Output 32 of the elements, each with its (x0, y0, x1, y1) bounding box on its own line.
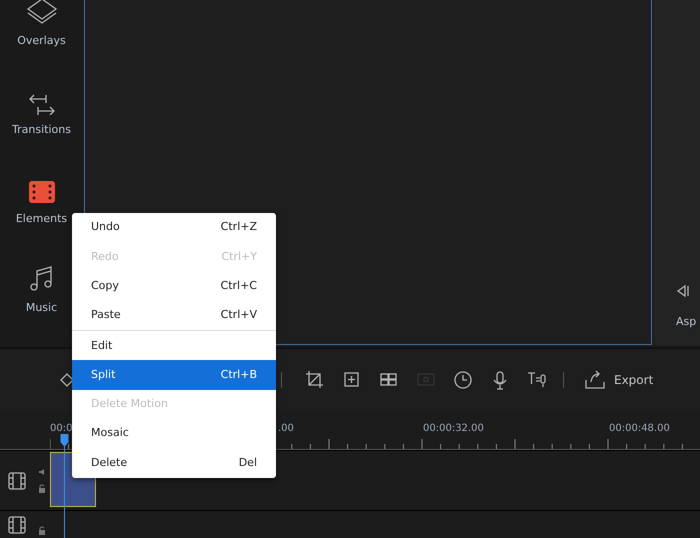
time-label: 00:0 (50, 422, 72, 436)
music-icon (28, 263, 54, 293)
menu-item[interactable]: Edit (72, 331, 276, 360)
film-strip-icon (8, 472, 26, 490)
sidebar-item[interactable]: Music (26, 233, 58, 322)
menu-item[interactable]: Delete Del (72, 448, 276, 478)
diamond-icon[interactable] (60, 372, 74, 386)
menu-item[interactable]: Copy Ctrl+C (72, 272, 276, 301)
speaker-icon[interactable] (38, 468, 46, 476)
panel-label: Asp (676, 314, 696, 330)
playhead[interactable] (60, 434, 69, 538)
menu-item[interactable]: Undo Ctrl+Z (72, 213, 276, 242)
menu-item[interactable]: Mosaic (72, 419, 276, 448)
film-icon (28, 180, 56, 204)
menu-item[interactable]: Split Ctrl+B (72, 360, 276, 390)
export-button[interactable]: Export (584, 370, 654, 390)
time-label: 00:00:48.00 (609, 422, 670, 436)
time-label: .00 (278, 422, 294, 436)
sidebar-item[interactable]: Transitions (12, 55, 71, 144)
time-label: 00:00:32.00 (423, 422, 484, 436)
crop-icon[interactable] (304, 370, 326, 390)
text-to-speech-icon[interactable] (526, 370, 548, 390)
layers-icon (24, 0, 58, 26)
sidebar-item[interactable]: Overlays (17, 0, 66, 55)
sidebar-item[interactable]: Elements (16, 144, 68, 233)
export-icon (584, 370, 606, 390)
lock-icon[interactable] (38, 484, 46, 493)
clock-icon[interactable] (452, 370, 474, 390)
menu-item[interactable]: Paste Ctrl+V (72, 300, 276, 330)
film-strip-icon (8, 516, 26, 534)
collapse-icon[interactable] (676, 284, 690, 298)
lock-icon[interactable] (38, 526, 46, 534)
